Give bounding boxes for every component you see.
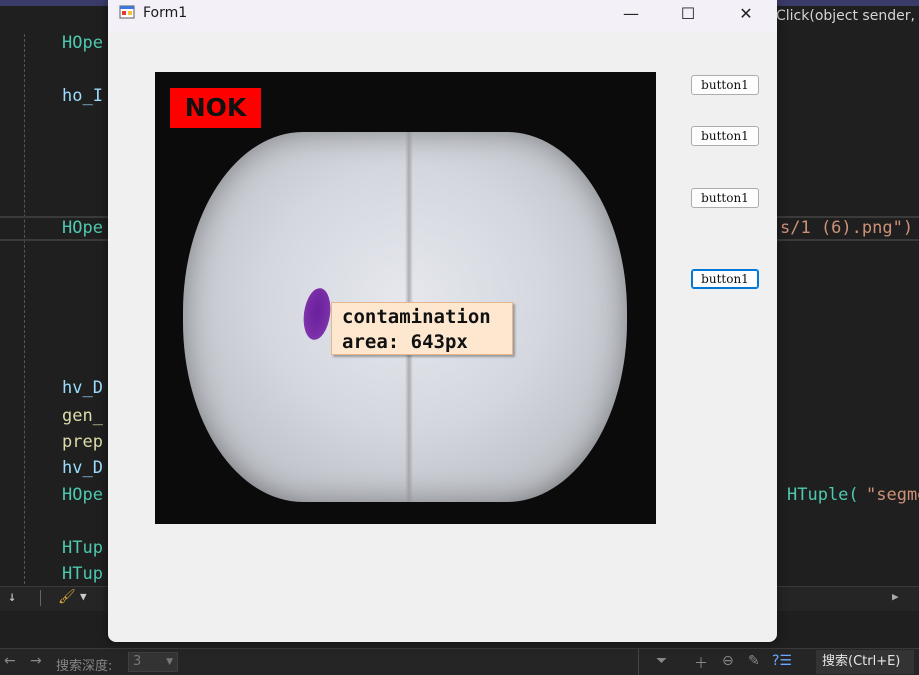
form-window: Form1 — ☐ ✕ NOK contamination area: 643p… xyxy=(108,0,777,642)
search-depth-select[interactable]: 3 ▼ xyxy=(128,652,178,672)
code-line[interactable]: hv_D xyxy=(62,378,103,398)
form-title: Form1 xyxy=(143,5,188,21)
code-line[interactable]: prep xyxy=(62,432,103,452)
maximize-button[interactable]: ☐ xyxy=(665,0,711,32)
code-string-fragment[interactable]: s/1 (6).png") xyxy=(780,218,913,238)
dropdown-arrow-icon[interactable]: ▼ xyxy=(80,590,87,603)
button1[interactable]: button1 xyxy=(691,75,759,95)
remove-icon[interactable]: ⊖ xyxy=(722,653,734,669)
result-badge: NOK xyxy=(170,88,261,128)
brush-icon[interactable]: 🖌 xyxy=(58,589,76,605)
code-line[interactable]: HTup xyxy=(62,564,103,584)
app-form-icon xyxy=(119,5,135,19)
edit-icon[interactable]: ✎ xyxy=(748,653,760,669)
code-line[interactable]: ho_I xyxy=(62,86,103,106)
back-arrow-icon[interactable]: ← xyxy=(4,653,16,669)
inspection-picture-box: NOK contamination area: 643px xyxy=(155,72,656,524)
editor-tab-fragment[interactable]: Click(object sender, xyxy=(776,8,915,24)
defect-label: contamination area: 643px xyxy=(331,302,513,355)
code-line[interactable]: HOpe xyxy=(62,485,103,505)
code-call-fragment[interactable]: HTuple( xyxy=(787,485,859,505)
code-line[interactable]: HOpe xyxy=(62,218,103,238)
code-string-fragment[interactable]: "segme xyxy=(866,485,919,505)
indent-guide xyxy=(24,34,25,584)
chevron-down-icon: ▼ xyxy=(166,657,173,667)
divider xyxy=(638,649,639,675)
code-line[interactable]: hv_D xyxy=(62,458,103,478)
button1[interactable]: button1 xyxy=(691,188,759,208)
defect-label-type: contamination xyxy=(342,306,491,328)
forward-arrow-icon[interactable]: → xyxy=(30,653,42,669)
defect-label-area: area: 643px xyxy=(342,331,468,353)
filter-icon[interactable]: ⏷ xyxy=(656,653,667,669)
search-button[interactable]: 搜索(Ctrl+E) xyxy=(816,650,914,674)
code-line[interactable]: HOpe xyxy=(62,33,103,53)
code-line[interactable]: gen_ xyxy=(62,406,103,426)
button1[interactable]: button1 xyxy=(691,126,759,146)
minimize-button[interactable]: — xyxy=(608,0,654,32)
arrow-down-icon[interactable]: ↓ xyxy=(8,589,16,605)
close-button[interactable]: ✕ xyxy=(723,0,769,32)
form-titlebar[interactable]: Form1 — ☐ ✕ xyxy=(108,0,777,32)
code-line[interactable]: HTup xyxy=(62,538,103,558)
add-icon[interactable]: ＋ xyxy=(694,653,708,673)
button1[interactable]: button1 xyxy=(691,269,759,289)
find-toolbar: ← → 搜索深度: 3 ▼ ⏷ ＋ ⊖ ✎ ?☰ 搜索(Ctrl+E) xyxy=(0,648,919,675)
divider xyxy=(40,590,41,606)
search-depth-label: 搜索深度: xyxy=(56,659,113,674)
scroll-right-icon[interactable]: ▶ xyxy=(892,590,899,603)
search-depth-value: 3 xyxy=(133,654,142,669)
list-help-icon[interactable]: ?☰ xyxy=(772,653,792,669)
